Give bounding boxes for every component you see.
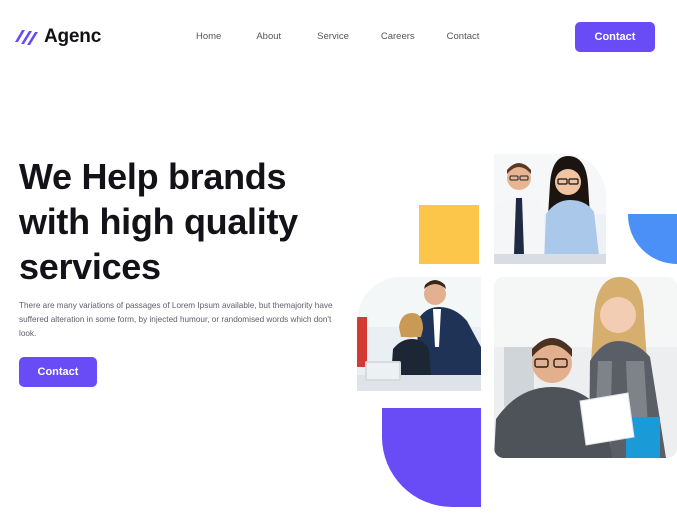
hero-contact-button[interactable]: Contact — [19, 357, 97, 387]
decor-blue-quarter-circle — [628, 214, 677, 264]
logo-stripes-icon — [15, 30, 38, 45]
nav-service[interactable]: Service — [317, 31, 349, 42]
decor-purple-rounded-square — [382, 408, 481, 507]
nav-home[interactable]: Home — [196, 31, 221, 42]
brand-logo[interactable]: Agenc — [14, 26, 101, 48]
hero-title: We Help brands with high quality service… — [19, 156, 298, 287]
hero-description: There are many variations of passages of… — [19, 301, 333, 338]
nav-careers[interactable]: Careers — [381, 31, 415, 42]
team-photo-smiling-pair — [494, 277, 677, 458]
brand-name: Agenc — [44, 26, 102, 47]
header-contact-button[interactable]: Contact — [575, 22, 655, 52]
nav-about[interactable]: About — [256, 31, 281, 42]
team-photo-meeting — [357, 277, 481, 391]
team-photo-two-people — [494, 154, 606, 264]
nav-contact[interactable]: Contact — [447, 31, 480, 42]
decor-yellow-square — [419, 205, 479, 264]
main-nav: Home About Service Careers Contact — [196, 31, 479, 42]
